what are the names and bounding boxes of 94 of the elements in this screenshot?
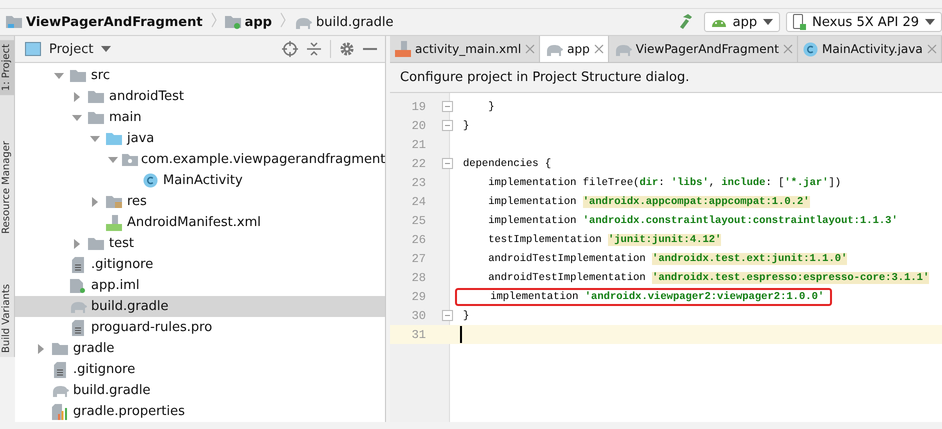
line-number: 29 (410, 290, 426, 304)
close-icon[interactable] (525, 44, 536, 54)
folder-icon (88, 111, 104, 124)
fold-marker-icon[interactable] (442, 310, 453, 321)
folder-icon (88, 90, 104, 103)
code-line: testImplementation 'junit:junit:4.12' (487, 234, 722, 246)
tree-item[interactable]: .gitignore (15, 254, 385, 275)
tree-item[interactable]: gradle (15, 338, 385, 359)
folder-icon (122, 153, 138, 166)
line-number: 25 (410, 214, 426, 228)
line-number: 23 (410, 176, 426, 190)
run-configuration-dropdown[interactable]: app (704, 12, 780, 32)
line-number: 19 (410, 100, 426, 114)
file-icon (72, 256, 84, 272)
caret-icon (763, 19, 774, 25)
line-number: 31 (410, 328, 426, 342)
folder-icon (106, 194, 122, 208)
line-number: 21 (410, 138, 426, 152)
caret-icon (101, 46, 112, 52)
breadcrumb[interactable]: app (222, 14, 274, 30)
code-line: androidTestImplementation 'androidx.test.espresso:espresso-core:3.1.1' (487, 272, 930, 284)
code-line: } (487, 100, 496, 112)
project-view-dropdown[interactable]: Project (25, 42, 112, 56)
elephant-icon (69, 300, 87, 313)
line-number: 27 (410, 252, 426, 266)
folder-icon (6, 15, 22, 29)
tree-item[interactable]: gradle.properties (15, 401, 385, 422)
close-icon[interactable] (926, 44, 937, 54)
line-number: 24 (410, 194, 426, 208)
tree-item[interactable]: res (15, 191, 385, 212)
file-icon (106, 214, 122, 230)
folder-icon (52, 342, 68, 355)
device-dropdown[interactable]: Nexus 5X API 29 (786, 12, 942, 32)
elephant-icon (614, 42, 632, 56)
file-icon (54, 362, 66, 378)
line-number: 20 (410, 118, 426, 132)
collapse-all-icon[interactable] (306, 41, 322, 57)
breadcrumb[interactable]: build.gradle (292, 14, 396, 30)
tree-item[interactable]: proguard-rules.pro (15, 317, 385, 338)
fold-marker-icon[interactable] (442, 101, 453, 112)
file-icon (395, 41, 411, 57)
fold-marker-icon[interactable] (442, 158, 453, 169)
code-line: implementation fileTree(dir: 'libs', include: ['*.jar']) (487, 176, 842, 188)
tree-item[interactable]: build.gradle (15, 380, 385, 401)
android-icon (710, 17, 727, 27)
fold-marker-icon[interactable] (442, 120, 453, 131)
file-icon (70, 278, 86, 292)
code-line: } (462, 120, 470, 132)
crosshair-icon[interactable] (282, 41, 298, 57)
close-icon[interactable] (782, 44, 793, 54)
class-icon (142, 173, 158, 188)
code-line: implementation 'androidx.constraintlayout:constraintlayout:1.1.3' (487, 214, 899, 226)
caret-icon (925, 19, 935, 25)
tree-item[interactable]: src (15, 65, 385, 86)
breadcrumb[interactable]: ViewPagerAndFragment (4, 14, 205, 30)
tree-item[interactable]: com.example.viewpagerandfragment (15, 149, 385, 170)
folder-icon (70, 69, 86, 82)
tree-item[interactable]: app.iml (15, 275, 385, 296)
class-icon (802, 42, 818, 56)
tool-window-tab[interactable]: Resource Manager (0, 137, 14, 238)
folder-icon (106, 132, 122, 145)
window-icon (25, 42, 41, 56)
code-line: androidTestImplementation 'androidx.test.ext:junit:1.1.0' (487, 252, 848, 264)
code-line: dependencies { (462, 158, 552, 170)
tree-item[interactable]: main (15, 107, 385, 128)
line-number: 30 (410, 308, 426, 322)
code-line: } (462, 310, 470, 322)
chevron-icon (210, 12, 217, 28)
notification-message: Configure project in Project Structure dialog. (390, 63, 942, 93)
chart-file-icon (52, 404, 68, 420)
line-number: 28 (410, 270, 426, 284)
file-icon (72, 320, 84, 336)
tree-item[interactable]: build.gradle (15, 296, 385, 317)
tree-item[interactable]: .gitignore (15, 359, 385, 380)
line-number: 22 (410, 156, 426, 170)
tool-window-tab[interactable]: Build Variants (0, 280, 14, 357)
tree-item[interactable]: MainActivity (15, 170, 385, 191)
folder-icon (224, 15, 241, 29)
close-icon[interactable] (594, 44, 604, 54)
tree-item[interactable]: test (15, 233, 385, 254)
settings-icon[interactable] (339, 41, 355, 57)
phone-icon (793, 14, 806, 30)
elephant-icon (51, 384, 69, 397)
tree-item[interactable]: AndroidManifest.xml (15, 212, 385, 233)
elephant-icon (545, 42, 564, 56)
elephant-icon (294, 16, 312, 28)
tool-window-tab[interactable]: 1: Project (0, 40, 14, 96)
editor-tab[interactable]: app (540, 36, 609, 62)
tree-item[interactable]: java (15, 128, 385, 149)
line-number: 26 (410, 232, 426, 246)
folder-icon (88, 237, 104, 250)
code-line: implementation 'androidx.appcompat:appcompat:1.0.2' (487, 196, 811, 208)
tree-item[interactable]: androidTest (15, 86, 385, 107)
chevron-icon (280, 12, 286, 28)
